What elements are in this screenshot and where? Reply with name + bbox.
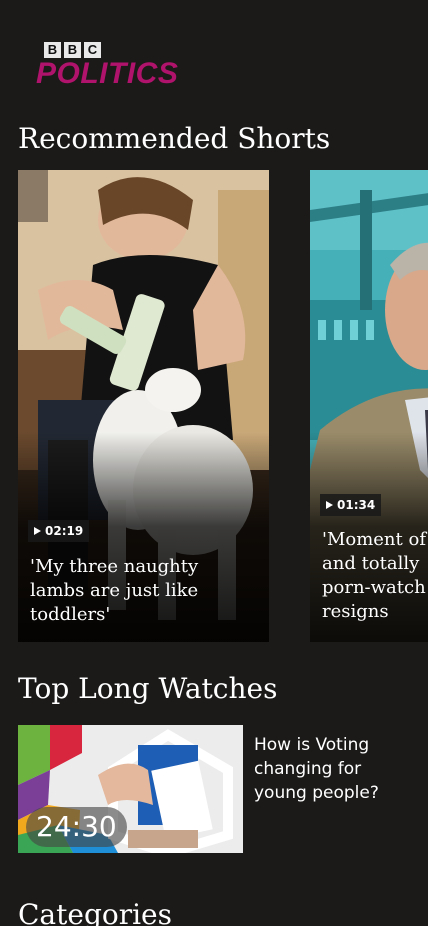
short-card[interactable]: 01:34 'Moment of and totally porn-watch …: [310, 170, 428, 642]
play-icon: [326, 501, 333, 509]
long-watch-duration: 24:30: [26, 807, 127, 847]
duration-badge: 02:19: [28, 520, 90, 542]
short-card[interactable]: 02:19 'My three naughty lambs are just l…: [18, 170, 269, 642]
app-screen: B B C POLITICS Recommended Shorts 02:19 …: [0, 0, 428, 926]
section-title-long-watches: Top Long Watches: [18, 672, 278, 705]
long-watch-thumbnail: 24:30: [18, 725, 243, 853]
short-title: 'Moment of and totally porn-watch resign…: [322, 529, 426, 622]
short-title: 'My three naughty lambs are just like to…: [30, 556, 199, 625]
duration-text: 02:19: [45, 524, 84, 538]
long-watch-item[interactable]: 24:30 How is Voting changing for young p…: [18, 725, 418, 853]
section-title-categories: Categories: [18, 898, 172, 926]
brand-name: POLITICS: [36, 57, 179, 90]
bbc-block-letter: B: [44, 42, 61, 58]
duration-text: 01:34: [337, 498, 376, 512]
long-watch-title: How is Voting changing for young people?: [254, 735, 379, 803]
bbc-block-letter: B: [64, 42, 81, 58]
bbc-blocks: B B C: [44, 42, 178, 58]
bbc-block-letter: C: [84, 42, 101, 58]
bbc-politics-logo[interactable]: B B C POLITICS: [36, 42, 178, 89]
play-icon: [34, 527, 41, 535]
duration-badge: 01:34: [320, 494, 382, 516]
section-title-shorts: Recommended Shorts: [18, 122, 331, 155]
